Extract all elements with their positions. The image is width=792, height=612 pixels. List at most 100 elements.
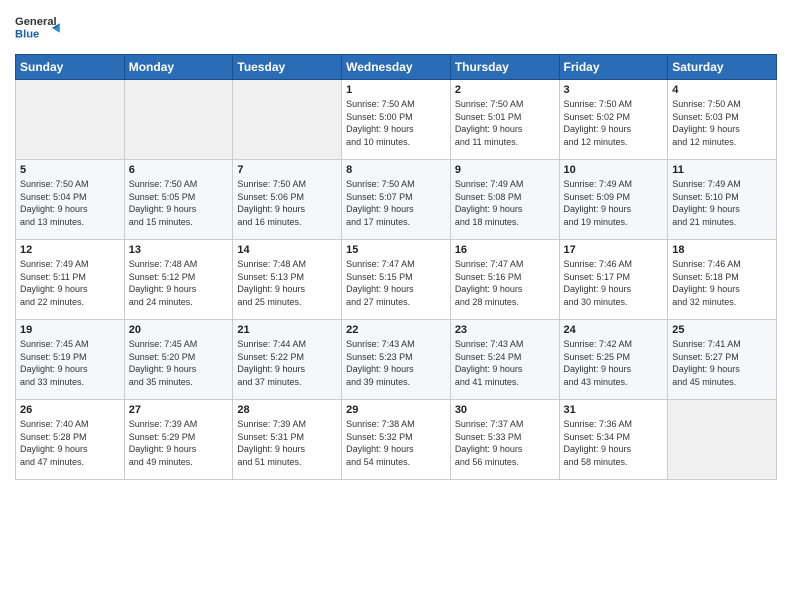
day-info: Sunrise: 7:44 AM Sunset: 5:22 PM Dayligh… bbox=[237, 338, 337, 388]
day-info: Sunrise: 7:40 AM Sunset: 5:28 PM Dayligh… bbox=[20, 418, 120, 468]
day-number: 7 bbox=[237, 164, 337, 176]
day-cell: 31 Sunrise: 7:36 AM Sunset: 5:34 PM Dayli… bbox=[559, 400, 668, 480]
day-info: Sunrise: 7:43 AM Sunset: 5:23 PM Dayligh… bbox=[346, 338, 446, 388]
week-row-1: 1 Sunrise: 7:50 AM Sunset: 5:00 PM Daylig… bbox=[16, 80, 777, 160]
day-number: 4 bbox=[672, 84, 772, 96]
day-cell: 12 Sunrise: 7:49 AM Sunset: 5:11 PM Dayli… bbox=[16, 240, 125, 320]
svg-text:General: General bbox=[15, 16, 57, 28]
day-info: Sunrise: 7:49 AM Sunset: 5:10 PM Dayligh… bbox=[672, 178, 772, 228]
day-number: 9 bbox=[455, 164, 555, 176]
day-number: 17 bbox=[564, 244, 664, 256]
day-number: 29 bbox=[346, 404, 446, 416]
day-cell bbox=[668, 400, 777, 480]
day-cell: 24 Sunrise: 7:42 AM Sunset: 5:25 PM Dayli… bbox=[559, 320, 668, 400]
weekday-header-tuesday: Tuesday bbox=[233, 55, 342, 80]
day-info: Sunrise: 7:48 AM Sunset: 5:12 PM Dayligh… bbox=[129, 258, 229, 308]
day-cell: 29 Sunrise: 7:38 AM Sunset: 5:32 PM Dayli… bbox=[342, 400, 451, 480]
day-info: Sunrise: 7:45 AM Sunset: 5:19 PM Dayligh… bbox=[20, 338, 120, 388]
day-info: Sunrise: 7:38 AM Sunset: 5:32 PM Dayligh… bbox=[346, 418, 446, 468]
day-number: 12 bbox=[20, 244, 120, 256]
weekday-header-monday: Monday bbox=[124, 55, 233, 80]
day-cell bbox=[124, 80, 233, 160]
day-cell: 20 Sunrise: 7:45 AM Sunset: 5:20 PM Dayli… bbox=[124, 320, 233, 400]
day-info: Sunrise: 7:50 AM Sunset: 5:03 PM Dayligh… bbox=[672, 98, 772, 148]
day-info: Sunrise: 7:49 AM Sunset: 5:08 PM Dayligh… bbox=[455, 178, 555, 228]
day-cell: 28Sunrise: 7:39 AM Sunset: 5:31 PM Dayli… bbox=[233, 400, 342, 480]
day-info: Sunrise: 7:50 AM Sunset: 5:01 PM Dayligh… bbox=[455, 98, 555, 148]
day-cell: 17 Sunrise: 7:46 AM Sunset: 5:17 PM Dayli… bbox=[559, 240, 668, 320]
day-info: Sunrise: 7:50 AM Sunset: 5:04 PM Dayligh… bbox=[20, 178, 120, 228]
day-number: 16 bbox=[455, 244, 555, 256]
day-number: 11 bbox=[672, 164, 772, 176]
weekday-header-row: SundayMondayTuesdayWednesdayThursdayFrid… bbox=[16, 55, 777, 80]
day-cell bbox=[16, 80, 125, 160]
day-cell: 16 Sunrise: 7:47 AM Sunset: 5:16 PM Dayli… bbox=[450, 240, 559, 320]
day-number: 22 bbox=[346, 324, 446, 336]
day-info: Sunrise: 7:48 AM Sunset: 5:13 PM Dayligh… bbox=[237, 258, 337, 308]
day-cell: 22 Sunrise: 7:43 AM Sunset: 5:23 PM Dayli… bbox=[342, 320, 451, 400]
day-number: 19 bbox=[20, 324, 120, 336]
day-cell: 10Sunrise: 7:49 AM Sunset: 5:09 PM Dayli… bbox=[559, 160, 668, 240]
day-number: 6 bbox=[129, 164, 229, 176]
day-cell: 26Sunrise: 7:40 AM Sunset: 5:28 PM Dayli… bbox=[16, 400, 125, 480]
day-cell: 4 Sunrise: 7:50 AM Sunset: 5:03 PM Daylig… bbox=[668, 80, 777, 160]
day-info: Sunrise: 7:47 AM Sunset: 5:16 PM Dayligh… bbox=[455, 258, 555, 308]
day-number: 20 bbox=[129, 324, 229, 336]
day-cell: 21Sunrise: 7:44 AM Sunset: 5:22 PM Dayli… bbox=[233, 320, 342, 400]
weekday-header-wednesday: Wednesday bbox=[342, 55, 451, 80]
day-number: 23 bbox=[455, 324, 555, 336]
day-info: Sunrise: 7:50 AM Sunset: 5:00 PM Dayligh… bbox=[346, 98, 446, 148]
week-row-3: 12 Sunrise: 7:49 AM Sunset: 5:11 PM Dayli… bbox=[16, 240, 777, 320]
day-cell: 15 Sunrise: 7:47 AM Sunset: 5:15 PM Dayli… bbox=[342, 240, 451, 320]
day-info: Sunrise: 7:47 AM Sunset: 5:15 PM Dayligh… bbox=[346, 258, 446, 308]
day-cell: 8Sunrise: 7:50 AM Sunset: 5:07 PM Daylig… bbox=[342, 160, 451, 240]
day-info: Sunrise: 7:50 AM Sunset: 5:06 PM Dayligh… bbox=[237, 178, 337, 228]
day-cell: 9 Sunrise: 7:49 AM Sunset: 5:08 PM Daylig… bbox=[450, 160, 559, 240]
weekday-header-thursday: Thursday bbox=[450, 55, 559, 80]
logo: General Blue bbox=[15, 10, 63, 46]
svg-text:Blue: Blue bbox=[15, 29, 39, 41]
day-info: Sunrise: 7:36 AM Sunset: 5:34 PM Dayligh… bbox=[564, 418, 664, 468]
day-number: 31 bbox=[564, 404, 664, 416]
day-number: 15 bbox=[346, 244, 446, 256]
day-number: 8 bbox=[346, 164, 446, 176]
day-number: 24 bbox=[564, 324, 664, 336]
day-cell: 30 Sunrise: 7:37 AM Sunset: 5:33 PM Dayli… bbox=[450, 400, 559, 480]
day-cell: 2 Sunrise: 7:50 AM Sunset: 5:01 PM Daylig… bbox=[450, 80, 559, 160]
day-number: 18 bbox=[672, 244, 772, 256]
day-cell: 5 Sunrise: 7:50 AM Sunset: 5:04 PM Daylig… bbox=[16, 160, 125, 240]
weekday-header-saturday: Saturday bbox=[668, 55, 777, 80]
day-cell: 11 Sunrise: 7:49 AM Sunset: 5:10 PM Dayli… bbox=[668, 160, 777, 240]
day-cell: 27 Sunrise: 7:39 AM Sunset: 5:29 PM Dayli… bbox=[124, 400, 233, 480]
day-number: 13 bbox=[129, 244, 229, 256]
day-cell: 14 Sunrise: 7:48 AM Sunset: 5:13 PM Dayli… bbox=[233, 240, 342, 320]
day-number: 10 bbox=[564, 164, 664, 176]
day-number: 2 bbox=[455, 84, 555, 96]
day-cell: 6 Sunrise: 7:50 AM Sunset: 5:05 PM Daylig… bbox=[124, 160, 233, 240]
day-number: 1 bbox=[346, 84, 446, 96]
day-cell: 13 Sunrise: 7:48 AM Sunset: 5:12 PM Dayli… bbox=[124, 240, 233, 320]
day-info: Sunrise: 7:46 AM Sunset: 5:17 PM Dayligh… bbox=[564, 258, 664, 308]
day-info: Sunrise: 7:43 AM Sunset: 5:24 PM Dayligh… bbox=[455, 338, 555, 388]
day-number: 14 bbox=[237, 244, 337, 256]
day-cell: 23 Sunrise: 7:43 AM Sunset: 5:24 PM Dayli… bbox=[450, 320, 559, 400]
day-cell: 25 Sunrise: 7:41 AM Sunset: 5:27 PM Dayli… bbox=[668, 320, 777, 400]
day-info: Sunrise: 7:42 AM Sunset: 5:25 PM Dayligh… bbox=[564, 338, 664, 388]
day-number: 28 bbox=[237, 404, 337, 416]
day-number: 25 bbox=[672, 324, 772, 336]
day-info: Sunrise: 7:41 AM Sunset: 5:27 PM Dayligh… bbox=[672, 338, 772, 388]
day-info: Sunrise: 7:50 AM Sunset: 5:02 PM Dayligh… bbox=[564, 98, 664, 148]
day-info: Sunrise: 7:39 AM Sunset: 5:29 PM Dayligh… bbox=[129, 418, 229, 468]
day-cell: 19 Sunrise: 7:45 AM Sunset: 5:19 PM Dayli… bbox=[16, 320, 125, 400]
day-cell bbox=[233, 80, 342, 160]
day-info: Sunrise: 7:37 AM Sunset: 5:33 PM Dayligh… bbox=[455, 418, 555, 468]
day-cell: 18Sunrise: 7:46 AM Sunset: 5:18 PM Dayli… bbox=[668, 240, 777, 320]
day-number: 27 bbox=[129, 404, 229, 416]
day-info: Sunrise: 7:45 AM Sunset: 5:20 PM Dayligh… bbox=[129, 338, 229, 388]
day-info: Sunrise: 7:50 AM Sunset: 5:05 PM Dayligh… bbox=[129, 178, 229, 228]
day-info: Sunrise: 7:49 AM Sunset: 5:11 PM Dayligh… bbox=[20, 258, 120, 308]
day-number: 5 bbox=[20, 164, 120, 176]
day-cell: 7 Sunrise: 7:50 AM Sunset: 5:06 PM Daylig… bbox=[233, 160, 342, 240]
day-number: 30 bbox=[455, 404, 555, 416]
logo-icon: General Blue bbox=[15, 10, 63, 46]
